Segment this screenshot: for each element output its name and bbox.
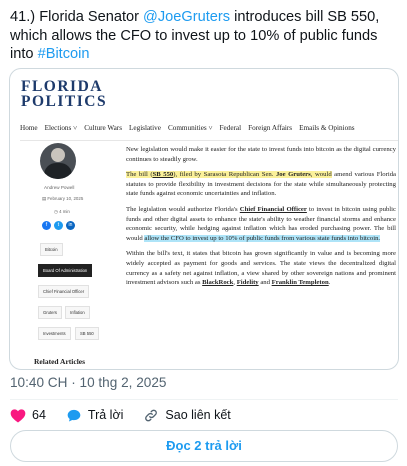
cfo-link: Chief Financial Officer xyxy=(239,205,307,213)
article-sidebar: Andrew Powell ▤ February 10, 2025 ◷ 4 mi… xyxy=(20,143,110,369)
highlight-yellow: The bill (SB 550), filed by Sarasota Rep… xyxy=(126,171,332,179)
fidelity-link: Fidelity xyxy=(236,279,259,287)
highlight-blue: allow the CFO to invest up to 10% of pub… xyxy=(144,234,381,242)
heart-icon xyxy=(10,408,26,422)
twitter-icon: t xyxy=(54,221,63,230)
tweet-text-prefix: 41.) Florida Senator xyxy=(10,9,144,25)
nav-federal: Federal xyxy=(219,124,242,132)
franklin-templeton-link: Franklin Templeton xyxy=(271,279,329,287)
p4-c: and xyxy=(258,279,272,287)
article-paragraph-1: New legislation would make it easier for… xyxy=(126,146,396,163)
tag-board-of-administration: Board Of Administration xyxy=(38,264,93,277)
linkedin-icon: in xyxy=(66,221,75,230)
like-button[interactable]: 64 xyxy=(10,408,46,423)
site-nav: Home Elections ˅ Culture Wars Legislativ… xyxy=(20,116,398,141)
florida-politics-logo: FLORIDA POLITICS xyxy=(21,78,121,110)
reply-button[interactable]: Trả lời xyxy=(66,408,124,423)
p4-d: . xyxy=(328,279,331,287)
tag-inflation: Inflation xyxy=(65,306,90,319)
tag-sb550: SB 550 xyxy=(75,327,99,340)
tag-bitcoin: Bitcoin xyxy=(40,243,63,256)
nav-culture-wars: Culture Wars xyxy=(84,124,123,132)
link-icon xyxy=(145,409,158,421)
nav-emails-opinions: Emails & Opinions xyxy=(299,124,355,132)
divider xyxy=(10,399,398,400)
article-date-text: February 10, 2025 xyxy=(47,196,84,201)
nav-foreign-affairs: Foreign Affairs xyxy=(248,124,293,132)
blackrock-link: BlackRock xyxy=(202,279,234,287)
tag-chief-financial-officer: Chief Financial Officer xyxy=(38,285,90,298)
bill-link: SB 550 xyxy=(152,171,174,179)
logo-line2: POLITICS xyxy=(21,93,108,110)
author-name: Andrew Powell xyxy=(44,185,75,190)
mention-link[interactable]: @JoeGruters xyxy=(143,9,230,25)
related-articles-heading: Related Articles xyxy=(34,357,86,366)
copy-link-button[interactable]: Sao liên kết xyxy=(143,408,231,423)
share-icons: f t in xyxy=(42,221,78,230)
reply-label: Trả lời xyxy=(87,408,124,422)
tag-gruters: Gruters xyxy=(38,306,62,319)
reply-icon xyxy=(67,409,81,421)
copy-link-label: Sao liên kết xyxy=(165,408,231,422)
tag-investments: Investments xyxy=(38,327,71,340)
article-body: New legislation would make it easier for… xyxy=(126,145,396,294)
article-date: ▤ February 10, 2025 xyxy=(42,196,84,201)
facebook-icon: f xyxy=(42,221,51,230)
tweet-text: 41.) Florida Senator @JoeGruters introdu… xyxy=(10,8,400,64)
tweet-timestamp[interactable]: 10:40 CH · 10 thg 2, 2025 xyxy=(10,375,166,390)
p2-b: ), filed by Sarasota Republican Sen. xyxy=(173,171,276,179)
p3-a: The legislation would authorize Florida'… xyxy=(126,205,240,213)
article-paragraph-3: The legislation would authorize Florida'… xyxy=(126,205,396,243)
p2-c: , would xyxy=(310,171,332,179)
article-paragraph-4: Within the bill's text, it states that b… xyxy=(126,249,396,287)
logo-line1: FLORIDA xyxy=(21,78,103,95)
p2-a: The bill ( xyxy=(126,171,153,179)
nav-elections: Elections ˅ xyxy=(44,124,78,132)
hashtag-link[interactable]: #Bitcoin xyxy=(38,46,90,62)
nav-legislative: Legislative xyxy=(129,124,161,132)
nav-communities: Communities ˅ xyxy=(167,124,213,132)
nav-home: Home xyxy=(20,124,38,132)
read-time-text: 4 min xyxy=(59,209,70,214)
like-count: 64 xyxy=(32,408,46,422)
tweet-actions: 64 Trả lời Sao liên kết xyxy=(10,406,251,424)
senator-name: Joe Gruters xyxy=(275,171,311,179)
read-replies-button[interactable]: Đọc 2 trả lời xyxy=(10,430,398,462)
article-image[interactable]: FLORIDA POLITICS Home Elections ˅ Cultur… xyxy=(9,68,399,370)
author-avatar xyxy=(40,143,76,179)
read-time: ◷ 4 min xyxy=(54,209,70,214)
article-paragraph-2: The bill (SB 550), filed by Sarasota Rep… xyxy=(126,170,396,199)
